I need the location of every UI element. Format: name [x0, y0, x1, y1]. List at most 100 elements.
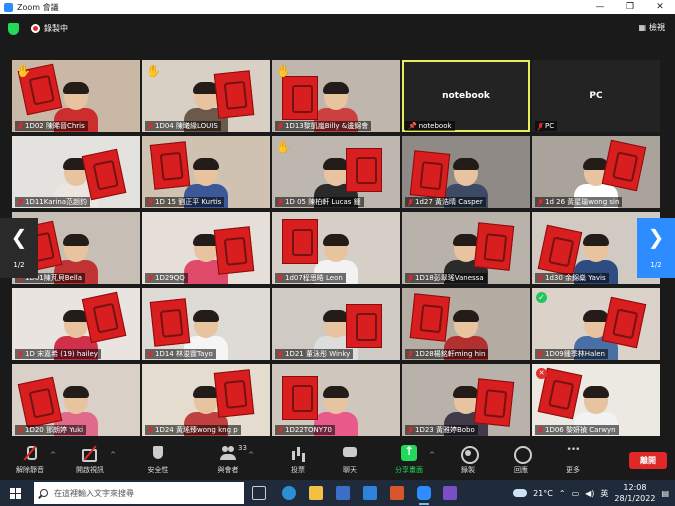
- taskbar-search-input[interactable]: 在這裡輸入文字來搜尋: [34, 482, 244, 504]
- participant-name: 1D 宋嘉希 (19) hailey: [25, 350, 98, 358]
- participant-display-name: PC: [589, 91, 603, 101]
- notification-icon[interactable]: ▤: [661, 489, 669, 498]
- participant-tile[interactable]: 1d07程思晧 Leon: [272, 212, 400, 284]
- participant-name: 1D04 陳曦緣LOUIS: [155, 122, 218, 130]
- next-page-button[interactable]: ❯ 1/2: [637, 218, 675, 278]
- mic-muted-icon: [18, 198, 23, 206]
- volume-icon[interactable]: ◀): [585, 489, 594, 498]
- participant-tile[interactable]: 1d 26 黃星瑜wong sin: [532, 136, 660, 208]
- shield-icon: [150, 445, 166, 461]
- participant-name-label: 1d30 余錦燊 Yavis: [535, 273, 609, 283]
- participant-tile[interactable]: ✋ 1D13黎凱嵐Billy &邊錦會: [272, 60, 400, 132]
- chevron-up-icon[interactable]: ^: [248, 451, 254, 459]
- participant-name-label: 1D02 陳晞晉Chris: [15, 121, 88, 131]
- smiley-icon: [513, 445, 532, 464]
- mic-muted-icon: [538, 122, 543, 130]
- network-icon[interactable]: ▭: [572, 489, 580, 498]
- security-shield-icon[interactable]: [8, 23, 19, 35]
- system-tray: 21°C ⌃ ▭ ◀) 英 12:08 28/1/2022 ▤: [513, 480, 675, 506]
- chevron-up-icon[interactable]: ^: [110, 451, 116, 459]
- page-indicator-right: 1/2: [650, 261, 662, 269]
- participant-tile[interactable]: 1D24 黃瑤臻wong kng p: [142, 364, 270, 436]
- mic-muted-icon: [408, 426, 413, 434]
- participant-tile[interactable]: 1D29QQ: [142, 212, 270, 284]
- taskbar-clock[interactable]: 12:08 28/1/2022: [614, 482, 655, 504]
- participant-name-label: 1D18彭翠瑤Vanessa: [405, 273, 487, 283]
- mic-muted-icon: [278, 274, 283, 282]
- share-screen-button[interactable]: 分享畫面 ^: [381, 444, 437, 475]
- red-fai-chun-paper: [346, 303, 383, 349]
- participant-tile[interactable]: 1D 15 劉正平 Kurtis: [142, 136, 270, 208]
- red-fai-chun-paper: [214, 69, 255, 118]
- participant-tile[interactable]: 1d27 黃浩晴 Casper: [402, 136, 530, 208]
- previous-page-button[interactable]: ❮ 1/2: [0, 218, 38, 278]
- edge-browser-icon[interactable]: [282, 486, 296, 500]
- unmute-button[interactable]: 解除靜音 ^: [2, 445, 58, 475]
- participant-tile[interactable]: 1D 宋嘉希 (19) hailey: [12, 288, 140, 360]
- window-title: Zoom 會議: [17, 2, 59, 12]
- mail-icon[interactable]: [363, 486, 377, 500]
- chevron-left-icon: ❮: [10, 225, 28, 249]
- participant-name-label: 1D22TONY70: [275, 425, 335, 435]
- windows-start-icon[interactable]: [10, 488, 21, 499]
- more-label: 更多: [566, 466, 580, 474]
- participant-tile[interactable]: 1D21 董泳彤 Winky: [272, 288, 400, 360]
- chevron-up-icon[interactable]: ^: [50, 451, 56, 459]
- participant-tile[interactable]: 1D18彭翠瑤Vanessa: [402, 212, 530, 284]
- participant-tile[interactable]: 1D22TONY70: [272, 364, 400, 436]
- chat-button[interactable]: 聊天: [322, 445, 378, 475]
- participant-tile[interactable]: 1D11Karina范趙鈞: [12, 136, 140, 208]
- weather-temp[interactable]: 21°C: [533, 489, 553, 498]
- recording-icon: [31, 24, 40, 33]
- participant-name: 1D18彭翠瑤Vanessa: [415, 274, 484, 282]
- participant-tile[interactable]: ✓ 1D09鍾季林Halen: [532, 288, 660, 360]
- participant-tile[interactable]: 1D23 黃雅婷Bobo: [402, 364, 530, 436]
- chevron-up-icon[interactable]: ^: [429, 451, 435, 459]
- weather-icon[interactable]: [513, 489, 528, 497]
- share-screen-icon: [401, 444, 417, 461]
- onenote-icon[interactable]: [443, 486, 457, 500]
- chevron-up-icon[interactable]: ⌃: [559, 489, 566, 498]
- red-fai-chun-paper: [410, 293, 451, 342]
- participant-name-label: 1D 15 劉正平 Kurtis: [145, 197, 225, 207]
- leave-button[interactable]: 離開: [629, 452, 667, 469]
- view-button[interactable]: ▦ 檢視: [638, 22, 665, 33]
- grid-view-icon: ▦: [638, 23, 646, 32]
- minimize-button[interactable]: —: [585, 0, 615, 14]
- reactions-button[interactable]: 回應: [493, 445, 549, 475]
- participant-tile[interactable]: ✋ 1D04 陳曦緣LOUIS: [142, 60, 270, 132]
- red-fai-chun-paper: [410, 150, 451, 199]
- search-icon: [40, 489, 48, 497]
- participant-name-label: 1d27 黃浩晴 Casper: [405, 197, 486, 207]
- start-video-button[interactable]: 開啟視訊 ^: [62, 445, 118, 475]
- file-explorer-icon[interactable]: [309, 486, 323, 500]
- record-button[interactable]: 錄製: [440, 445, 496, 475]
- participant-tile[interactable]: PC PC: [532, 60, 660, 132]
- participant-tile[interactable]: ✋ 1D 05 陳柏軒 Lucas 鍾: [272, 136, 400, 208]
- participant-tile[interactable]: ✋ 1D02 陳晞晉Chris: [12, 60, 140, 132]
- participant-tile[interactable]: 1D20 鄧朗婷 Yuki: [12, 364, 140, 436]
- close-button[interactable]: ✕: [645, 0, 675, 14]
- participant-tile[interactable]: 1D28楊銘軒ming hin: [402, 288, 530, 360]
- red-fai-chun-paper: [346, 147, 383, 193]
- zoom-taskbar-icon[interactable]: [417, 486, 431, 505]
- participants-button[interactable]: 33 與會者 ^: [200, 444, 256, 475]
- store-icon[interactable]: [336, 486, 350, 500]
- powerpoint-icon[interactable]: [390, 486, 404, 500]
- participant-tile[interactable]: notebook 📌 notebook: [402, 60, 530, 132]
- more-button[interactable]: 更多: [545, 445, 601, 475]
- mic-muted-icon: [148, 122, 153, 130]
- polls-button[interactable]: 投票: [270, 445, 326, 475]
- maximize-button[interactable]: ❐: [615, 0, 645, 14]
- red-fai-chun-paper: [150, 297, 191, 346]
- participant-tile[interactable]: 1D14 林浚霆Tayo: [142, 288, 270, 360]
- participant-tile[interactable]: ✕ 1D06 黎妍禎 Carwyn: [532, 364, 660, 436]
- mic-muted-icon: [18, 350, 23, 358]
- red-fai-chun-paper: [474, 378, 515, 427]
- participant-name: 1D28楊銘軒ming hin: [415, 350, 486, 358]
- participant-name: 1D29QQ: [155, 274, 185, 282]
- ime-indicator[interactable]: 英: [600, 488, 608, 499]
- participant-name-label: 1D29QQ: [145, 273, 188, 283]
- security-button[interactable]: 安全性: [130, 445, 186, 475]
- task-view-icon[interactable]: [252, 486, 266, 500]
